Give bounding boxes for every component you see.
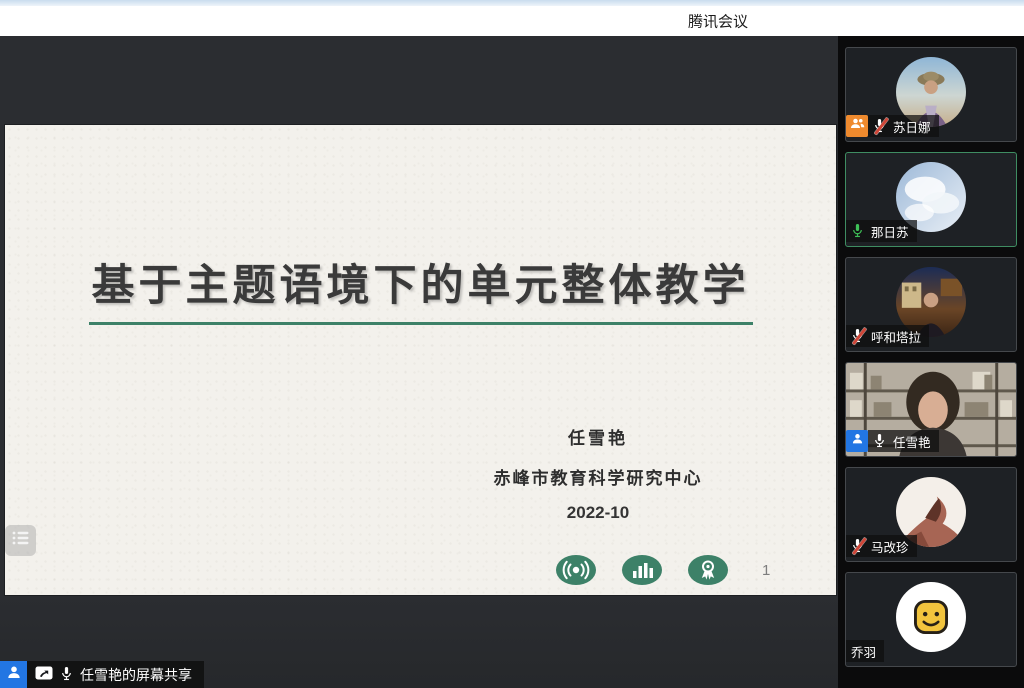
mic-icon [873,433,888,449]
mic-icon [851,328,866,344]
title-underline [89,322,753,325]
mic-icon [60,666,73,684]
name-label: 任雪艳 [868,430,939,452]
person-badge-icon [6,664,22,685]
participant-name: 任雪艳 [893,432,931,451]
bar-chart-icon [622,555,662,585]
participant-tile[interactable]: 呼和塔拉 [845,257,1017,352]
participant-name: 那日苏 [871,222,909,241]
avatar [896,582,966,652]
self-badge [0,661,27,688]
presenter-organization: 赤峰市教育科学研究中心 [452,464,744,489]
participants-sidebar[interactable]: 苏日娜 [838,36,1024,688]
participant-tile[interactable]: 乔羽 [845,572,1017,667]
participant-tile[interactable]: 苏日娜 [845,47,1017,142]
tile-footer: 呼和塔拉 [846,325,929,347]
medal-icon [688,555,728,585]
host-badge [846,115,868,137]
participant-tile[interactable]: 任雪艳 [845,362,1017,457]
presenter-name: 任雪艳 [452,424,744,449]
presenter-block: 任雪艳 赤峰市教育科学研究中心 2022-10 [452,424,744,523]
presentation-slide: 基于主题语境下的单元整体教学 任雪艳 赤峰市教育科学研究中心 2022-10 [5,125,836,595]
mic-icon [851,223,866,239]
name-label: 苏日娜 [868,115,939,137]
participant-name: 马改珍 [871,537,909,556]
shared-screen-stage: 基于主题语境下的单元整体教学 任雪艳 赤峰市教育科学研究中心 2022-10 [0,36,838,688]
person-badge-icon [851,432,864,450]
app-title: 腾讯会议 [688,11,748,32]
name-label: 呼和塔拉 [846,325,929,347]
share-banner-text: 任雪艳的屏幕共享 [80,665,192,685]
slide-logo-row [556,555,728,585]
tile-footer: 马改珍 [846,535,917,557]
self-badge [846,430,868,452]
participant-tile[interactable]: 马改珍 [845,467,1017,562]
slide-list-button [5,525,36,556]
tile-footer: 苏日娜 [846,115,939,137]
broadcast-icon [556,555,596,585]
mic-icon [873,118,888,134]
share-label: 任雪艳的屏幕共享 [27,661,204,688]
slide-page-number: 1 [762,562,770,579]
slide-title: 基于主题语境下的单元整体教学 [5,125,836,313]
participant-name: 呼和塔拉 [871,327,921,346]
name-label: 那日苏 [846,220,917,242]
titlebar: 腾讯会议 [0,6,1024,36]
participant-name: 乔羽 [851,642,876,661]
mic-icon [851,538,866,554]
list-icon [12,530,30,551]
presenter-date: 2022-10 [452,503,744,523]
name-label: 马改珍 [846,535,917,557]
screen-share-banner: 任雪艳的屏幕共享 [0,661,204,688]
tile-footer: 乔羽 [846,640,884,662]
people-badge-icon [850,117,865,135]
tile-footer: 任雪艳 [846,430,939,452]
name-label: 乔羽 [846,640,884,662]
participant-name: 苏日娜 [893,117,931,136]
tile-footer: 那日苏 [846,220,917,242]
participant-tile[interactable]: 那日苏 [845,152,1017,247]
screen-share-icon [35,666,53,684]
